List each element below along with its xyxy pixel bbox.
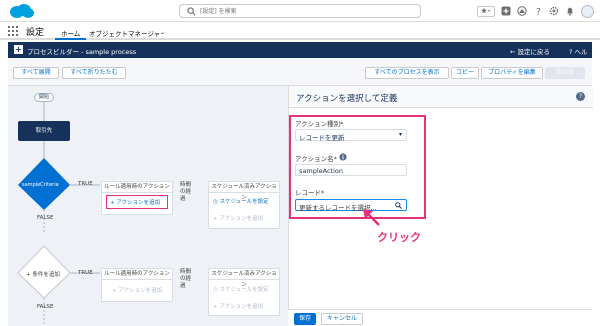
caret-down-icon: ▾ (398, 131, 402, 138)
set-schedule-link-2: ◷ スケジュールを設定 (213, 285, 269, 293)
global-search[interactable] (179, 4, 421, 18)
set-schedule-link[interactable]: ◷ スケジュールを設定 (213, 197, 269, 205)
process-builder-icon: + (14, 45, 23, 54)
gear-icon[interactable] (549, 6, 559, 16)
toolbar: すべて展開 すべて折りたたむ すべてのプロセスを表示 コピー プロパティを編集 … (8, 58, 592, 86)
panel-header: アクションを選択して定義 ? (289, 86, 593, 108)
search-icon (187, 7, 196, 16)
scheduled-actions-header-2: スケジュール済みアクション (209, 269, 279, 288)
help-icon: ? (569, 48, 573, 56)
add-action-label: アクションを追加 (116, 200, 161, 206)
app-launcher-icon[interactable] (8, 26, 18, 36)
salesforce-logo[interactable] (8, 3, 36, 19)
action-name-field[interactable]: sampleAction (295, 164, 407, 176)
true-label-2: TRUE (78, 270, 93, 276)
add-scheduled-action-label-2: アクションを追加 (219, 304, 264, 310)
set-schedule-label: スケジュールを設定 (219, 199, 269, 205)
info-icon[interactable] (339, 153, 347, 161)
avatar[interactable] (581, 4, 594, 18)
tab-home[interactable]: ホーム (55, 24, 87, 40)
action-type-select[interactable]: レコードを更新 ▾ (295, 129, 407, 142)
app-nav-bar: 設定 ホーム オブジェクトマネージャ ⌄ (0, 22, 600, 40)
copy-button[interactable]: コピー (451, 67, 479, 79)
add-criteria-text: 条件を追加 (32, 272, 60, 278)
trailhead-icon[interactable] (517, 6, 527, 16)
add-action-button-2: + アクションを追加 (112, 286, 162, 294)
bell-icon[interactable] (565, 6, 575, 16)
show-all-processes-button[interactable]: すべてのプロセスを表示 (365, 67, 449, 79)
scheduled-actions-header: スケジュール済みアクション (209, 182, 279, 201)
object-node[interactable]: 取引先 (18, 121, 70, 141)
false-label-1: FALSE (37, 215, 54, 221)
tab-object-manager[interactable]: オブジェクトマネージャ ⌄ (83, 24, 169, 40)
back-to-setup-link[interactable]: ← 設定に戻る (510, 46, 550, 56)
panel-title: アクションを選択して定義 (296, 94, 398, 104)
click-annotation: クリック (377, 231, 421, 244)
panel-footer: 保存 キャンセル (288, 309, 592, 326)
activate-button[interactable]: 有効化 (545, 67, 585, 79)
back-label: 設定に戻る (517, 48, 551, 56)
star-icon (481, 7, 490, 14)
add-action-button[interactable]: + アクションを追加 (110, 198, 160, 206)
chevron-down-icon[interactable]: ⌄ (160, 29, 165, 36)
false-label-2: FALSE (37, 304, 54, 310)
add-scheduled-action-label: アクションを追加 (219, 216, 264, 222)
collapse-all-button[interactable]: すべて折りたたむ (62, 67, 126, 79)
search-icon (395, 202, 402, 209)
help-icon[interactable]: ? (576, 92, 585, 101)
add-criteria-label[interactable]: + 条件を追加 (26, 270, 60, 278)
action-type-value: レコードを更新 (299, 134, 345, 142)
immediate-actions-header-2: ルール適用時のアクション (102, 269, 172, 280)
edit-properties-button[interactable]: プロパティを編集 (481, 67, 543, 79)
favorites-button[interactable] (477, 5, 495, 17)
true-label-1: TRUE (78, 181, 93, 187)
immediate-actions-header: ルール適用時のアクション (102, 182, 172, 193)
add-scheduled-action: + アクションを追加 (213, 214, 263, 222)
expand-all-button[interactable]: すべて展開 (13, 67, 59, 79)
elapsed-time-label: 時間の経過 (180, 182, 192, 202)
pointer-arrow-icon (363, 209, 380, 226)
global-header: ? (0, 0, 600, 22)
cancel-button[interactable]: キャンセル (321, 313, 363, 325)
record-lookup-field[interactable]: 更新するレコードを選択... (295, 199, 407, 212)
start-node: 開始 (34, 93, 54, 102)
add-action-label-2: アクションを追加 (118, 288, 163, 294)
page-title: プロセスビルダー - sample process (27, 48, 137, 56)
add-icon[interactable] (501, 6, 511, 16)
svg-text:?: ? (536, 8, 541, 17)
process-builder-header: + プロセスビルダー - sample process ← 設定に戻る ? ヘル… (8, 42, 592, 66)
add-scheduled-action-2: + アクションを追加 (213, 302, 263, 310)
immediate-actions-column-2: ルール適用時のアクション (101, 268, 173, 302)
save-button[interactable]: 保存 (294, 313, 316, 325)
set-schedule-label-2: スケジュールを設定 (219, 287, 269, 293)
elapsed-time-label-2: 時間の経過 (180, 269, 192, 289)
record-label: レコード* (295, 189, 325, 197)
header-icons: ? (477, 4, 594, 18)
arrow-left-icon: ← (510, 48, 516, 56)
app-name: 設定 (26, 28, 45, 38)
tab-object-manager-label: オブジェクトマネージャ (89, 30, 161, 38)
search-input[interactable] (200, 6, 410, 17)
help-icon[interactable]: ? (533, 6, 543, 17)
action-type-label: アクション種別* (295, 120, 344, 128)
criteria-node-label[interactable]: sampleCriteria (22, 182, 59, 188)
action-name-label: アクション名* (295, 155, 337, 163)
